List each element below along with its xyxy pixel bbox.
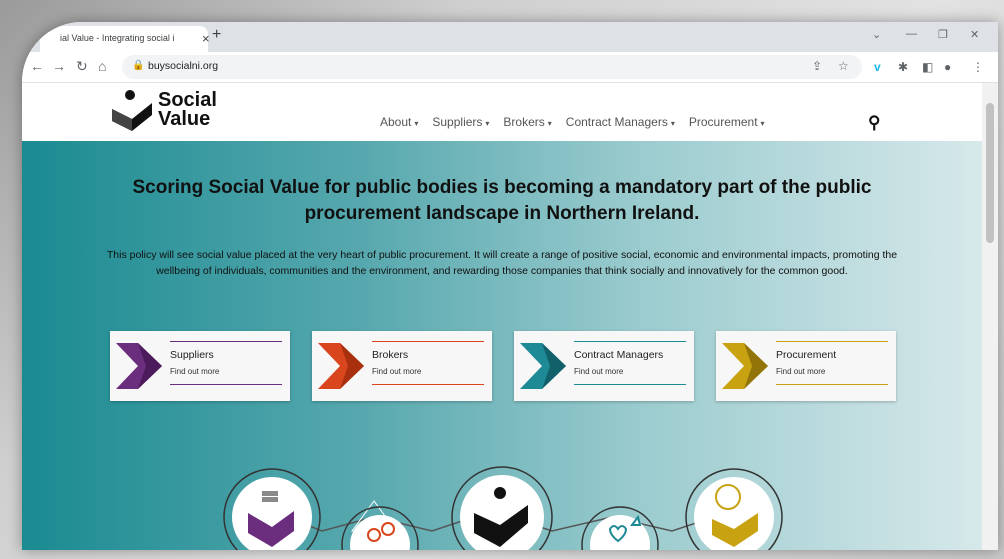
divider — [776, 384, 888, 385]
card-title: Suppliers — [170, 349, 214, 361]
divider — [776, 341, 888, 342]
divider — [170, 341, 282, 342]
back-icon[interactable]: ← — [30, 58, 44, 74]
nav-label: Procurement — [688, 115, 758, 129]
reload-icon[interactable]: ↻ — [76, 58, 88, 75]
tab-title: ial Value - Integrating social i — [60, 33, 175, 43]
browser-toolbar: ← → ↻ ⌂ 🔒 buysocialni.org ⇪ ☆ v ✱ ◧ ● ⋮ — [22, 52, 998, 83]
chevron-right-icon — [116, 343, 162, 389]
hero-paragraph: This policy will see social value placed… — [106, 249, 898, 277]
home-icon[interactable]: ⌂ — [98, 58, 106, 74]
nav-item-about[interactable]: About ▾ — [380, 115, 418, 129]
browser-tab[interactable]: ial Value - Integrating social i × — [40, 26, 210, 52]
browser-window: ial Value - Integrating social i × + ⌄ —… — [22, 22, 998, 550]
chevron-right-icon — [318, 343, 364, 389]
nav-label: Brokers — [503, 115, 545, 129]
nav-label: Suppliers — [432, 115, 483, 129]
divider — [170, 384, 282, 385]
tab-search-icon[interactable]: ⌄ — [872, 28, 881, 41]
nav-item-brokers[interactable]: Brokers ▾ — [503, 115, 551, 129]
close-window-icon[interactable]: ✕ — [970, 28, 979, 41]
chevron-down-icon: ▾ — [414, 119, 419, 128]
divider — [372, 384, 484, 385]
extensions-puzzle-icon[interactable]: ✱ — [898, 60, 908, 74]
new-tab-icon[interactable]: + — [212, 26, 221, 44]
site-header: Social Value About ▾ Suppliers ▾ Brokers ▾ … — [22, 83, 998, 141]
contract-managers-circle-icon — [581, 506, 659, 550]
card-contract-managers[interactable]: Contract Managers Find out more — [514, 331, 694, 401]
card-title: Brokers — [372, 349, 409, 361]
share-icon[interactable]: ⇪ — [812, 59, 822, 73]
chevron-down-icon: ▾ — [760, 119, 765, 128]
nav-label: About — [380, 115, 412, 129]
bookmark-star-icon[interactable]: ☆ — [838, 59, 849, 73]
social-value-logo-icon[interactable] — [110, 89, 154, 131]
divider — [372, 341, 484, 342]
forward-icon[interactable]: → — [52, 58, 66, 74]
chevron-right-icon — [722, 343, 768, 389]
nav-item-procurement[interactable]: Procurement ▾ — [689, 115, 765, 129]
tab-strip: ial Value - Integrating social i × + ⌄ —… — [22, 22, 998, 52]
card-brokers[interactable]: Brokers Find out more — [312, 331, 492, 401]
value-chain-graphic — [223, 466, 783, 550]
nav-label: Contract Managers — [565, 115, 668, 129]
procurement-circle-icon — [685, 468, 783, 550]
chevron-right-icon — [520, 343, 566, 389]
card-title: Procurement — [776, 349, 837, 361]
find-out-more-link[interactable]: Find out more — [372, 367, 421, 376]
divider — [574, 341, 686, 342]
social-value-circle-icon — [451, 466, 553, 550]
search-icon[interactable]: ⚲ — [868, 113, 880, 133]
find-out-more-link[interactable]: Find out more — [776, 367, 825, 376]
lock-icon[interactable]: 🔒 — [132, 60, 144, 71]
menu-kebab-icon[interactable]: ⋮ — [972, 60, 984, 74]
url-text: buysocialni.org — [148, 60, 219, 72]
chevron-down-icon: ▾ — [485, 119, 490, 128]
restore-icon[interactable]: ❐ — [938, 28, 948, 41]
logo-wordmark[interactable]: Social Value — [158, 90, 217, 130]
nav-item-contract-managers[interactable]: Contract Managers ▾ — [566, 115, 675, 129]
address-bar[interactable]: 🔒 buysocialni.org ⇪ ☆ — [122, 55, 862, 79]
suppliers-circle-icon — [223, 468, 321, 550]
web-page: Social Value About ▾ Suppliers ▾ Brokers ▾ … — [22, 83, 998, 550]
minimize-icon[interactable]: — — [906, 28, 917, 40]
side-panel-icon[interactable]: ◧ — [922, 60, 933, 74]
hero-headline: Scoring Social Value for public bodies i… — [132, 177, 872, 224]
vimeo-extension-icon[interactable]: v — [874, 60, 881, 74]
main-nav: About ▾ Suppliers ▾ Brokers ▾ Contract Mana… — [380, 115, 765, 129]
chevron-down-icon: ▾ — [547, 119, 552, 128]
divider — [574, 384, 686, 385]
scrollbar-thumb[interactable] — [986, 103, 994, 243]
close-tab-icon[interactable]: × — [202, 31, 210, 46]
nav-item-suppliers[interactable]: Suppliers ▾ — [432, 115, 489, 129]
find-out-more-link[interactable]: Find out more — [574, 367, 623, 376]
chevron-down-icon: ▾ — [670, 119, 675, 128]
card-procurement[interactable]: Procurement Find out more — [716, 331, 896, 401]
hero-section: Scoring Social Value for public bodies i… — [22, 141, 982, 550]
page-scrollbar[interactable] — [982, 83, 998, 550]
card-title: Contract Managers — [574, 349, 664, 361]
card-suppliers[interactable]: Suppliers Find out more — [110, 331, 290, 401]
find-out-more-link[interactable]: Find out more — [170, 367, 219, 376]
profile-avatar-icon[interactable]: ● — [944, 60, 951, 74]
logo-line-2: Value — [158, 108, 211, 130]
